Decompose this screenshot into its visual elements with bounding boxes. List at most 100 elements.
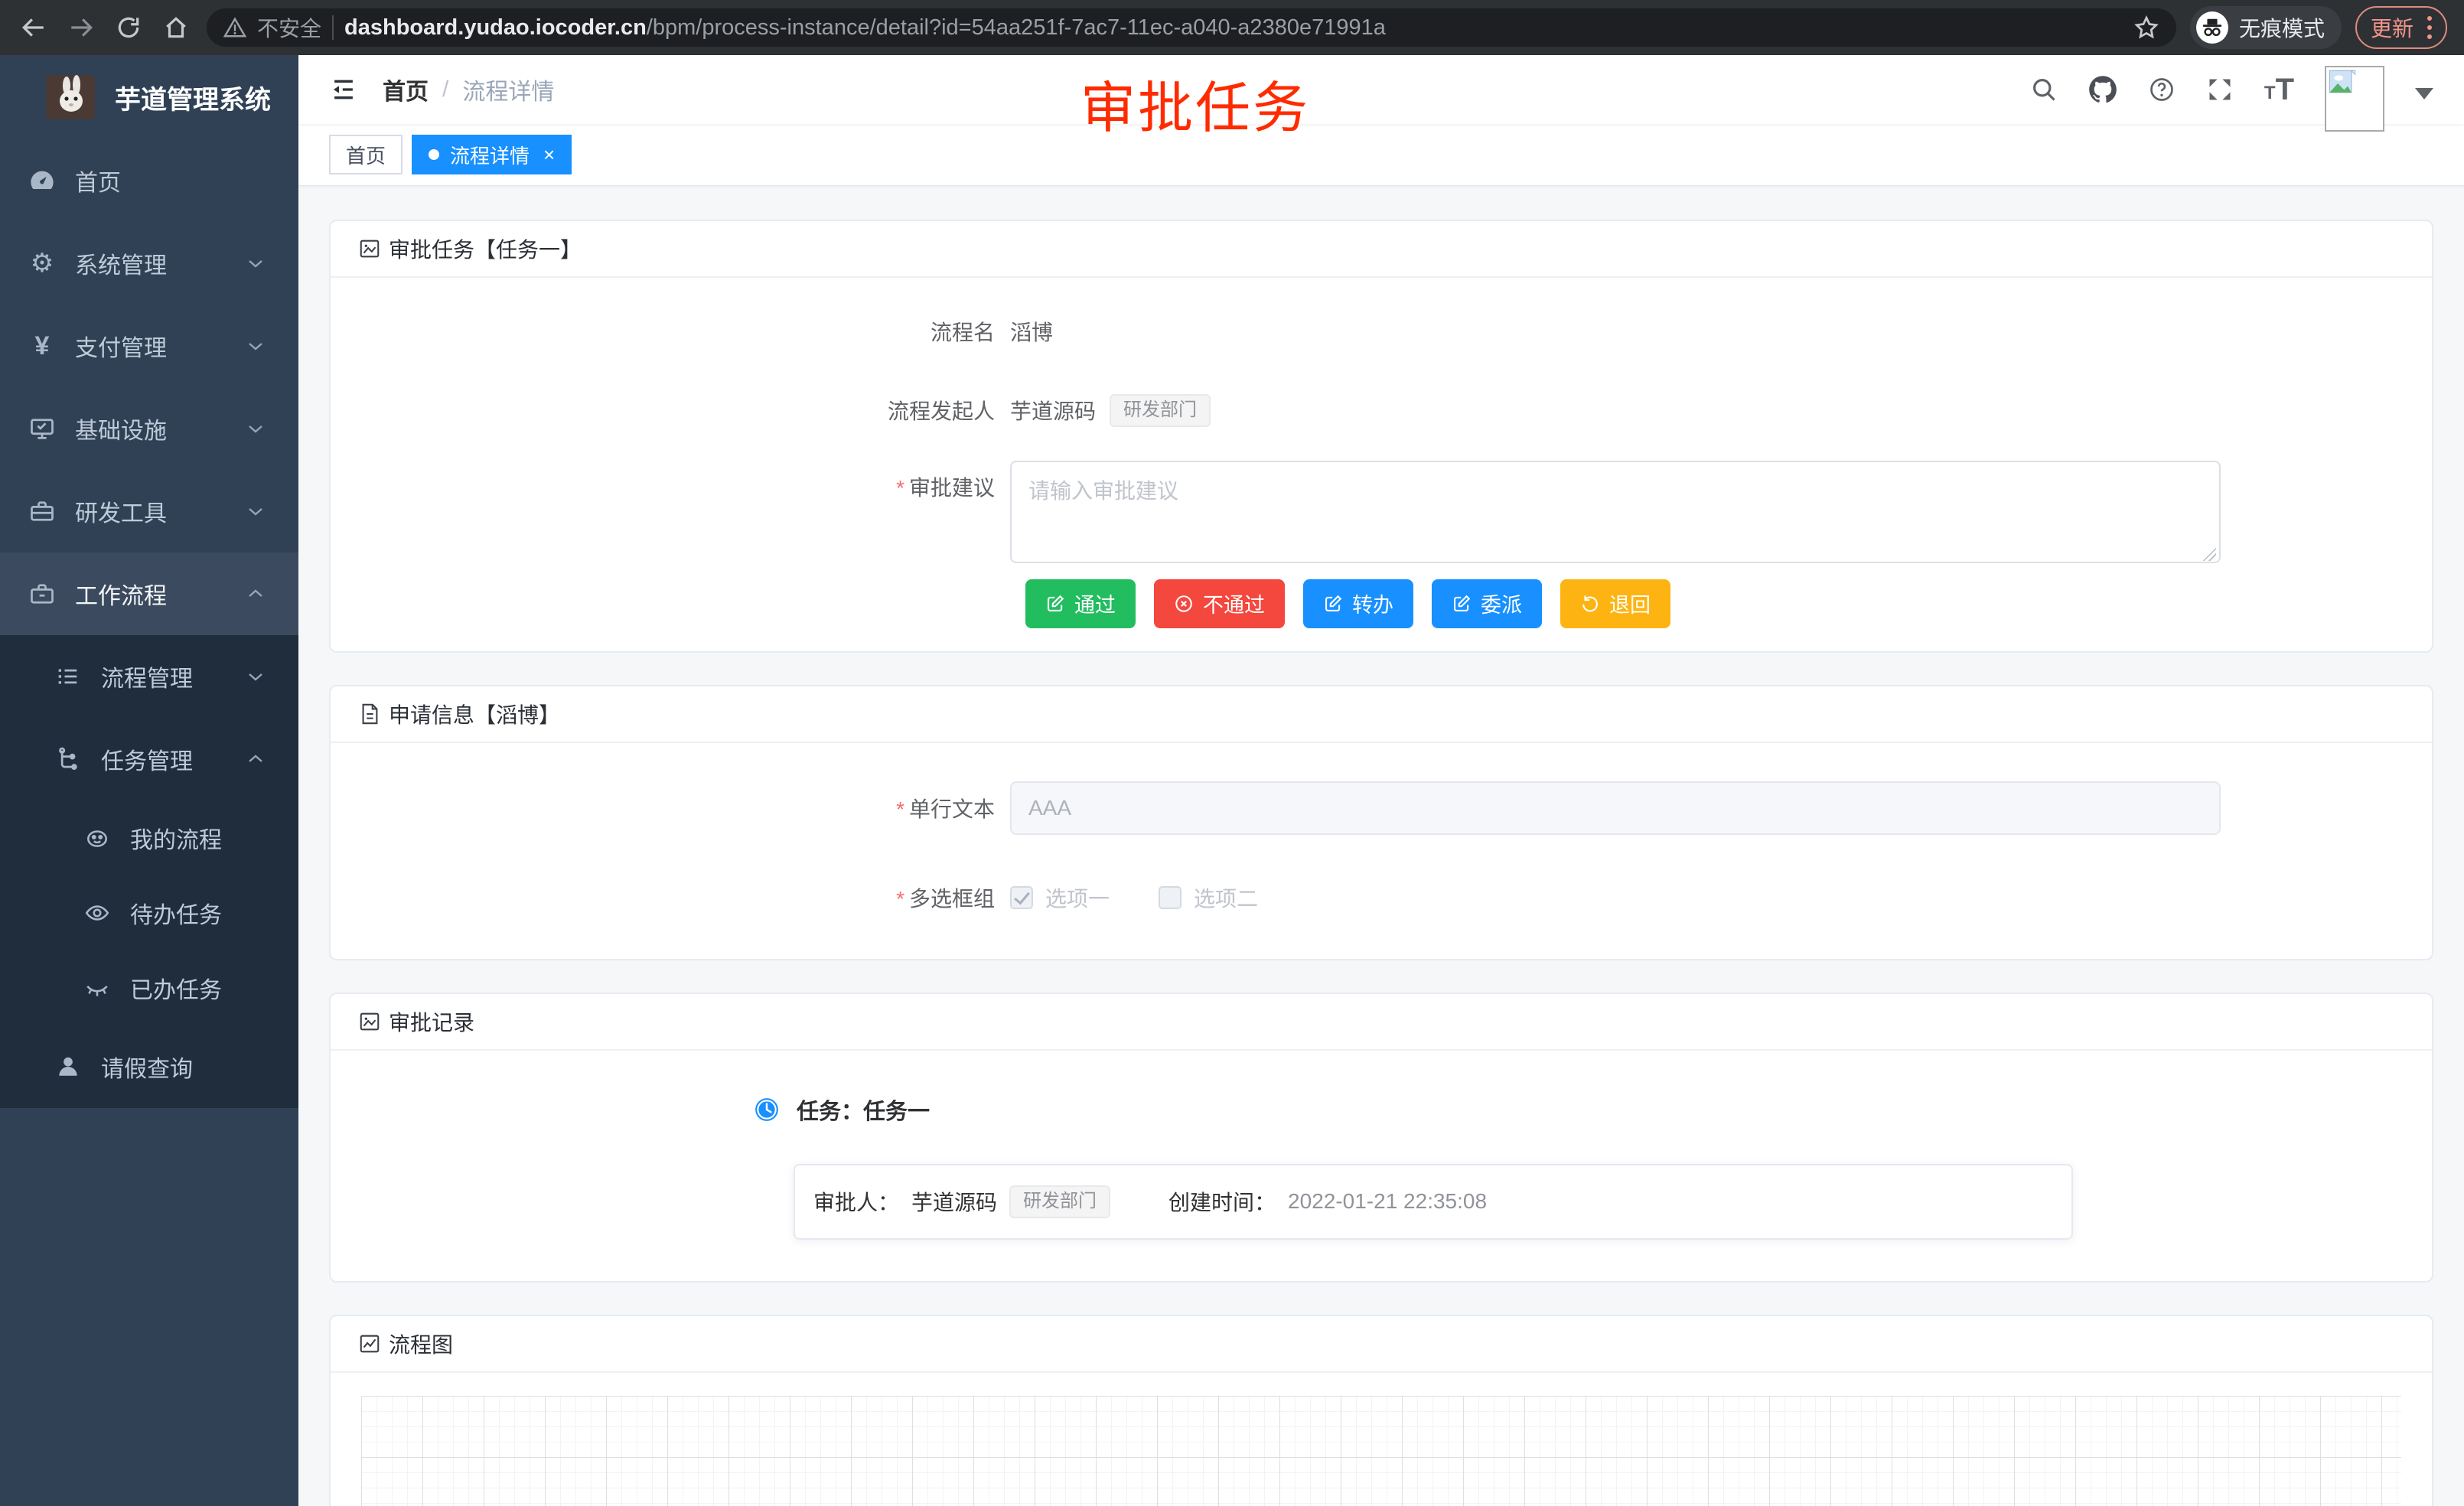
initiator-dept-tag: 研发部门 <box>1110 394 1211 427</box>
sidebar-item-label: 基础设施 <box>75 412 167 445</box>
chart-line-icon <box>358 1332 381 1355</box>
card-header: 审批任务【任务一】 <box>331 221 2432 278</box>
suggestion-row: 审批建议 <box>331 461 2432 567</box>
approve-button[interactable]: 通过 <box>1025 579 1136 628</box>
sidebar-item-infra[interactable]: 基础设施 <box>0 387 298 470</box>
home-icon[interactable] <box>159 11 193 44</box>
url-text[interactable]: dashboard.yudao.iocoder.cn/bpm/process-i… <box>344 15 1386 41</box>
approval-actions: 通过 不通过 转办 委派 <box>1025 579 2432 628</box>
app-logo-row[interactable]: 芋道管理系统 <box>0 55 298 139</box>
sidebar-item-label: 系统管理 <box>75 246 167 280</box>
sidebar-item-home[interactable]: 首页 <box>0 139 298 222</box>
card-title: 审批记录 <box>389 1006 474 1037</box>
avatar[interactable] <box>2325 66 2384 132</box>
gear-icon: ⚙ <box>28 250 57 276</box>
sidebar-item-devtools[interactable]: 研发工具 <box>0 470 298 553</box>
font-size-icon[interactable]: TT <box>2264 77 2294 103</box>
sidebar-item-label: 研发工具 <box>75 494 167 528</box>
sidebar-item-payment[interactable]: ¥ 支付管理 <box>0 305 298 387</box>
textarea-resize-grip[interactable] <box>2202 547 2216 561</box>
return-button[interactable]: 退回 <box>1560 579 1670 628</box>
document-icon <box>358 702 381 725</box>
back-icon[interactable] <box>17 11 51 44</box>
process-name-row: 流程名 滔博 <box>331 316 2432 347</box>
card-title: 申请信息【滔博】 <box>389 699 560 729</box>
reject-button[interactable]: 不通过 <box>1154 579 1285 628</box>
yen-icon: ¥ <box>28 333 57 359</box>
delegate-button[interactable]: 委派 <box>1432 579 1542 628</box>
sidebar-collapse-icon[interactable] <box>329 75 358 104</box>
sidebar-item-workflow[interactable]: 工作流程 <box>0 553 298 635</box>
tag-view-bar: 首页 流程详情 × <box>298 124 2464 186</box>
sidebar-item-my-process[interactable]: 我的流程 <box>0 800 298 875</box>
active-tab-dot <box>429 149 439 160</box>
eye-closed-icon <box>83 975 112 1001</box>
bookmark-star-icon[interactable] <box>2133 15 2159 41</box>
sidebar-item-process-mgmt[interactable]: 流程管理 <box>0 635 298 718</box>
create-time-value: 2022-01-21 22:35:08 <box>1288 1189 1487 1214</box>
github-icon[interactable] <box>2088 75 2117 104</box>
app-logo-rabbit-image <box>46 75 95 119</box>
checkbox-option-2: 选项二 <box>1159 882 1258 913</box>
approver-label: 审批人： <box>813 1186 899 1217</box>
user-icon <box>54 1054 83 1080</box>
sidebar-item-label: 流程管理 <box>101 660 193 693</box>
sidebar-item-task-mgmt[interactable]: 任务管理 <box>0 718 298 800</box>
chevron-down-icon <box>246 667 265 686</box>
approval-record-card: 审批记录 任务：任务一 审批人： 芋道源码 研发部门 创建时间： <box>329 993 2433 1283</box>
breadcrumb-separator: / <box>442 77 448 103</box>
sidebar-item-label: 任务管理 <box>101 742 193 776</box>
fullscreen-icon[interactable] <box>2206 76 2234 103</box>
process-diagram-card: 流程图 <box>329 1315 2433 1506</box>
search-icon[interactable] <box>2030 76 2058 103</box>
app-title: 芋道管理系统 <box>115 79 271 116</box>
page-header: 首页 / 流程详情 审批任务 TT <box>298 55 2464 124</box>
page-content: 审批任务【任务一】 流程名 滔博 流程发起人 芋道源码 研发部门 <box>298 186 2464 1506</box>
application-info-card: 申请信息【滔博】 单行文本 多选框组 选项一 <box>329 685 2433 960</box>
tab-close-icon[interactable]: × <box>543 145 555 165</box>
bpmn-diagram-canvas[interactable] <box>361 1396 2401 1506</box>
text-field-row: 单行文本 <box>331 781 2432 835</box>
browser-menu-icon[interactable] <box>2427 16 2432 39</box>
chevron-up-icon <box>246 750 265 768</box>
avatar-dropdown-caret-icon[interactable] <box>2415 88 2433 99</box>
tab-process-detail[interactable]: 流程详情 × <box>412 135 572 174</box>
breadcrumb-home[interactable]: 首页 <box>383 73 429 106</box>
omnibox-divider <box>332 15 334 40</box>
monitor-icon <box>28 415 57 442</box>
briefcase-icon <box>28 580 57 608</box>
security-label[interactable]: 不安全 <box>257 12 321 43</box>
sidebar-item-done-tasks[interactable]: 已办任务 <box>0 950 298 1025</box>
transfer-button[interactable]: 转办 <box>1303 579 1413 628</box>
process-name-label: 流程名 <box>331 316 1010 347</box>
chevron-up-icon <box>246 585 265 603</box>
clock-icon <box>754 1097 780 1123</box>
list-icon <box>54 663 83 690</box>
sidebar-item-system[interactable]: ⚙ 系统管理 <box>0 222 298 305</box>
sidebar-item-label: 支付管理 <box>75 329 167 363</box>
sidebar-item-leave-query[interactable]: 请假查询 <box>0 1025 298 1108</box>
picture-icon <box>358 1010 381 1033</box>
initiator-row: 流程发起人 芋道源码 研发部门 <box>331 394 2432 427</box>
suggestion-label: 审批建议 <box>331 471 1010 502</box>
reload-icon[interactable] <box>112 11 145 44</box>
help-icon[interactable] <box>2148 76 2176 103</box>
forward-icon[interactable] <box>64 11 98 44</box>
create-time-label: 创建时间： <box>1168 1186 1276 1217</box>
sidebar-item-todo-tasks[interactable]: 待办任务 <box>0 875 298 950</box>
tab-home[interactable]: 首页 <box>329 135 403 174</box>
sidebar-item-label: 已办任务 <box>130 971 222 1005</box>
incognito-icon <box>2196 11 2228 44</box>
card-header: 流程图 <box>331 1316 2432 1373</box>
update-button[interactable]: 更新 <box>2355 6 2447 49</box>
card-header: 审批记录 <box>331 994 2432 1051</box>
browser-toolbar: 不安全 dashboard.yudao.iocoder.cn/bpm/proce… <box>0 0 2464 55</box>
checkbox-checked-icon <box>1010 886 1033 909</box>
record-detail-box: 审批人： 芋道源码 研发部门 创建时间： 2022-01-21 22:35:08 <box>794 1164 2073 1240</box>
initiator-label: 流程发起人 <box>331 395 1010 425</box>
sidebar: 芋道管理系统 首页 ⚙ 系统管理 ¥ 支付管理 基础设施 <box>0 55 298 1506</box>
address-bar[interactable]: 不安全 dashboard.yudao.iocoder.cn/bpm/proce… <box>207 8 2176 47</box>
toolbox-icon <box>28 497 57 525</box>
suggestion-textarea[interactable] <box>1010 461 2221 563</box>
update-label[interactable]: 更新 <box>2371 12 2413 43</box>
